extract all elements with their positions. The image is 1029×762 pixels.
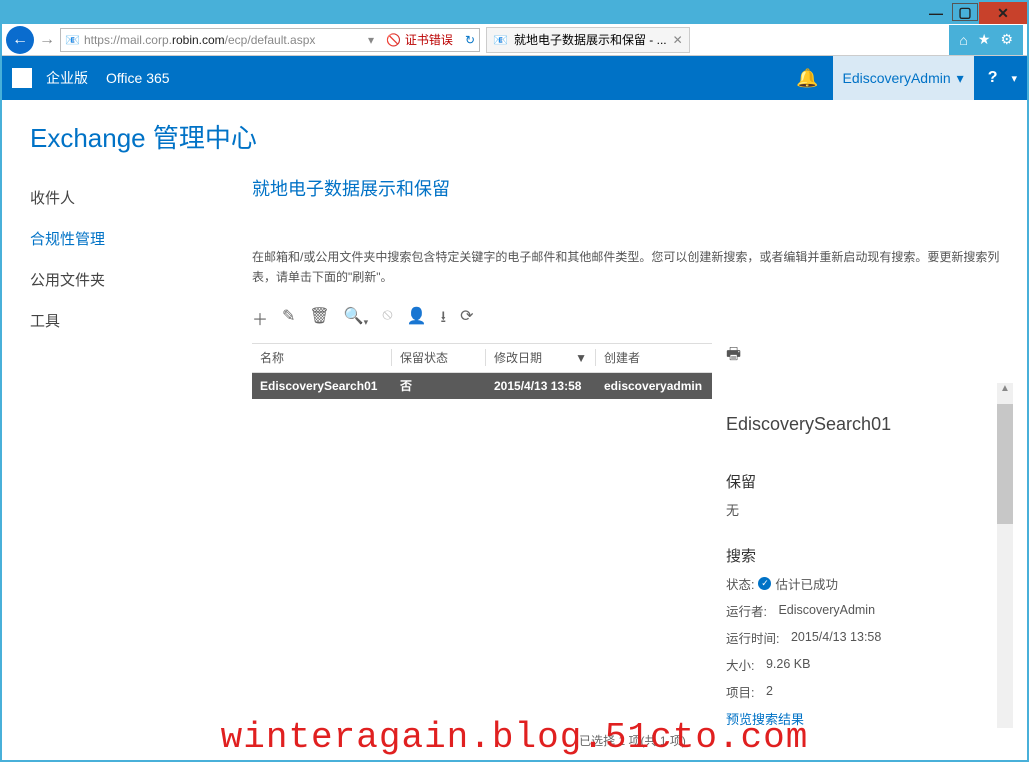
dropdown-icon[interactable]: ▾ (368, 33, 374, 47)
cert-error-badge[interactable]: 🚫 证书错误 (378, 31, 461, 48)
chevron-down-icon[interactable]: ▾ (1011, 72, 1017, 85)
cell-modified: 2015/4/13 13:58 (486, 379, 596, 393)
home-icon[interactable]: ⌂ (959, 32, 967, 48)
browser-tab[interactable]: 📧 就地电子数据展示和保留 - ... ✕ (486, 27, 690, 53)
ie-tools: ⌂ ★ ⚙ (949, 25, 1023, 55)
browser-nav-bar: ← → 📧 https://mail.corp.robin.com/ecp/de… (2, 24, 1027, 56)
page-title: Exchange 管理中心 (2, 100, 1027, 169)
col-name[interactable]: 名称 (252, 349, 392, 366)
section-title: 就地电子数据展示和保留 (252, 175, 1013, 201)
window-titlebar: — ▢ ✕ (2, 2, 1027, 24)
cell-name: EdiscoverySearch01 (252, 379, 392, 393)
refresh-icon[interactable]: ⟳ (460, 306, 473, 333)
help-text: 在邮箱和/或公用文件夹中搜索包含特定关键字的电子邮件和其他邮件类型。您可以创建新… (252, 247, 1013, 288)
col-creator[interactable]: 创建者 (596, 349, 712, 366)
nav-public-folders[interactable]: 公用文件夹 (30, 259, 192, 300)
site-icon: 📧 (65, 33, 80, 47)
settings-gear-icon[interactable]: ⚙ (1000, 31, 1013, 48)
items-line: 项目: 2 (726, 682, 999, 701)
cert-error-icon: 🚫 (386, 33, 401, 47)
delete-icon[interactable]: 🗑 (309, 306, 329, 333)
favorites-icon[interactable]: ★ (978, 31, 991, 48)
product-label: Office 365 (106, 70, 170, 86)
nav-compliance[interactable]: 合规性管理 (30, 218, 192, 259)
edition-label: 企业版 (46, 68, 88, 88)
selection-status: 已选择 1 项(共 1 项) (252, 728, 1013, 753)
table-row[interactable]: EdiscoverySearch01 否 2015/4/13 13:58 edi… (252, 373, 712, 399)
scrollbar[interactable]: ▲ (997, 383, 1013, 728)
details-title: EdiscoverySearch01 (726, 414, 999, 435)
chevron-down-icon: ▾ (957, 70, 964, 87)
address-bar[interactable]: 📧 https://mail.corp.robin.com/ecp/defaul… (60, 28, 480, 52)
col-modified[interactable]: 修改日期 ▼ (486, 349, 596, 366)
forward-button[interactable]: → (36, 29, 58, 51)
notifications-icon[interactable]: 🔔 (796, 68, 818, 89)
nav-recipients[interactable]: 收件人 (30, 177, 192, 218)
runtime-line: 运行时间: 2015/4/13 13:58 (726, 628, 999, 647)
tab-close-icon[interactable]: ✕ (673, 33, 683, 47)
scrollbar-thumb[interactable] (997, 404, 1013, 524)
runner-line: 运行者: EdiscoveryAdmin (726, 601, 999, 620)
details-pane: 🖶 EdiscoverySearch01 保留 无 搜索 状态: ✓ 估计已成功… (712, 343, 1013, 728)
edit-icon[interactable]: ✎ (282, 306, 295, 333)
back-button[interactable]: ← (6, 26, 34, 54)
nav-tools[interactable]: 工具 (30, 300, 192, 341)
download-icon[interactable]: ⭳ (441, 306, 447, 333)
o365-header: 企业版 Office 365 🔔 EdiscoveryAdmin▾ ? ▾ (2, 56, 1027, 100)
hold-value: 无 (726, 500, 999, 519)
left-nav: 收件人 合规性管理 公用文件夹 工具 (2, 169, 192, 760)
refresh-icon[interactable]: ↻ (465, 33, 475, 47)
preview-results-link[interactable]: 预览搜索结果 (726, 709, 999, 728)
size-line: 大小: 9.26 KB (726, 655, 999, 674)
hold-heading: 保留 (726, 471, 999, 492)
sort-desc-icon: ▼ (575, 351, 587, 365)
add-icon[interactable]: ＋ (252, 306, 268, 333)
url-text: https://mail.corp.robin.com/ecp/default.… (84, 33, 364, 47)
person-icon: 👤 (407, 306, 427, 333)
maximize-button[interactable]: ▢ (952, 3, 978, 21)
search-icon[interactable]: 🔍▾ (344, 306, 368, 333)
close-button[interactable]: ✕ (979, 2, 1027, 24)
status-line: 状态: ✓ 估计已成功 (726, 574, 999, 593)
search-heading: 搜索 (726, 545, 999, 566)
user-menu[interactable]: EdiscoveryAdmin▾ (833, 56, 974, 100)
tab-favicon: 📧 (493, 33, 508, 47)
help-icon[interactable]: ? (988, 69, 998, 87)
search-table: 名称 保留状态 修改日期 ▼ 创建者 EdiscoverySearch01 否 … (252, 343, 712, 728)
status-success-icon: ✓ (758, 577, 771, 590)
minimize-button[interactable]: — (921, 2, 951, 24)
cell-creator: ediscoveryadmin (596, 379, 712, 393)
app-launcher-icon[interactable] (12, 68, 32, 88)
print-icon[interactable]: 🖶 (726, 346, 741, 363)
toolbar: ＋ ✎ 🗑 🔍▾ ⦸ 👤 ⭳ ⟳ (252, 302, 1013, 343)
col-hold[interactable]: 保留状态 (392, 349, 486, 366)
cell-hold: 否 (392, 377, 486, 394)
tab-title: 就地电子数据展示和保留 - ... (514, 31, 667, 48)
stop-icon: ⦸ (382, 306, 392, 333)
